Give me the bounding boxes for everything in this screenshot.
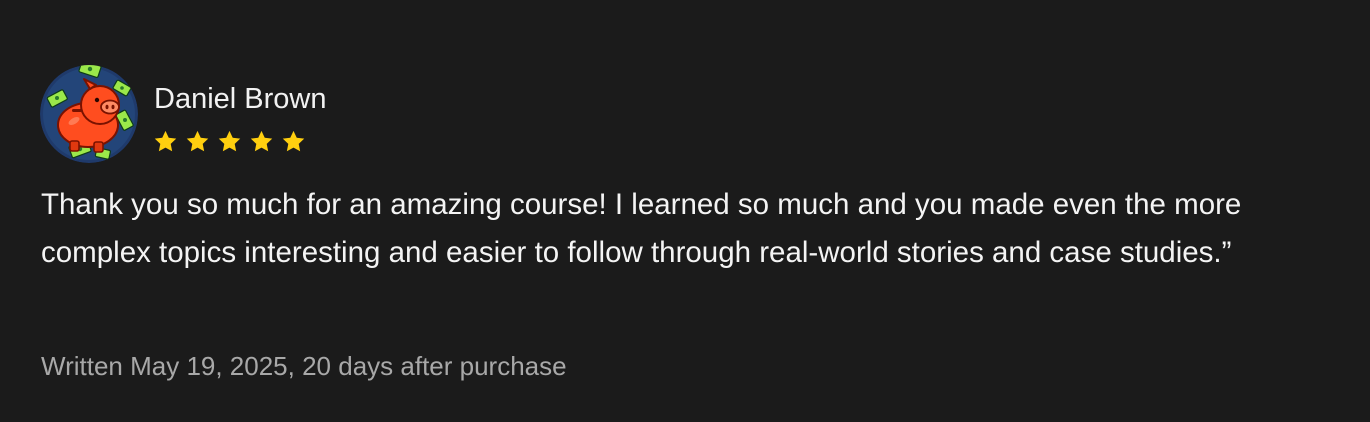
review-date: Written May 19, 2025, 20 days after purc… [41,351,567,381]
review-card: Daniel Brown Thank you so much for an am… [0,0,1370,422]
star-icon [282,130,305,152]
piggy-bank-with-money-icon [40,65,138,163]
star-icon [186,130,209,152]
reviewer-name: Daniel Brown [154,83,327,115]
star-icon [250,130,273,152]
star-icon [218,130,241,152]
review-text: Thank you so much for an amazing course!… [41,188,1242,269]
avatar [40,65,138,163]
star-rating [153,129,306,154]
star-icon [154,130,177,152]
